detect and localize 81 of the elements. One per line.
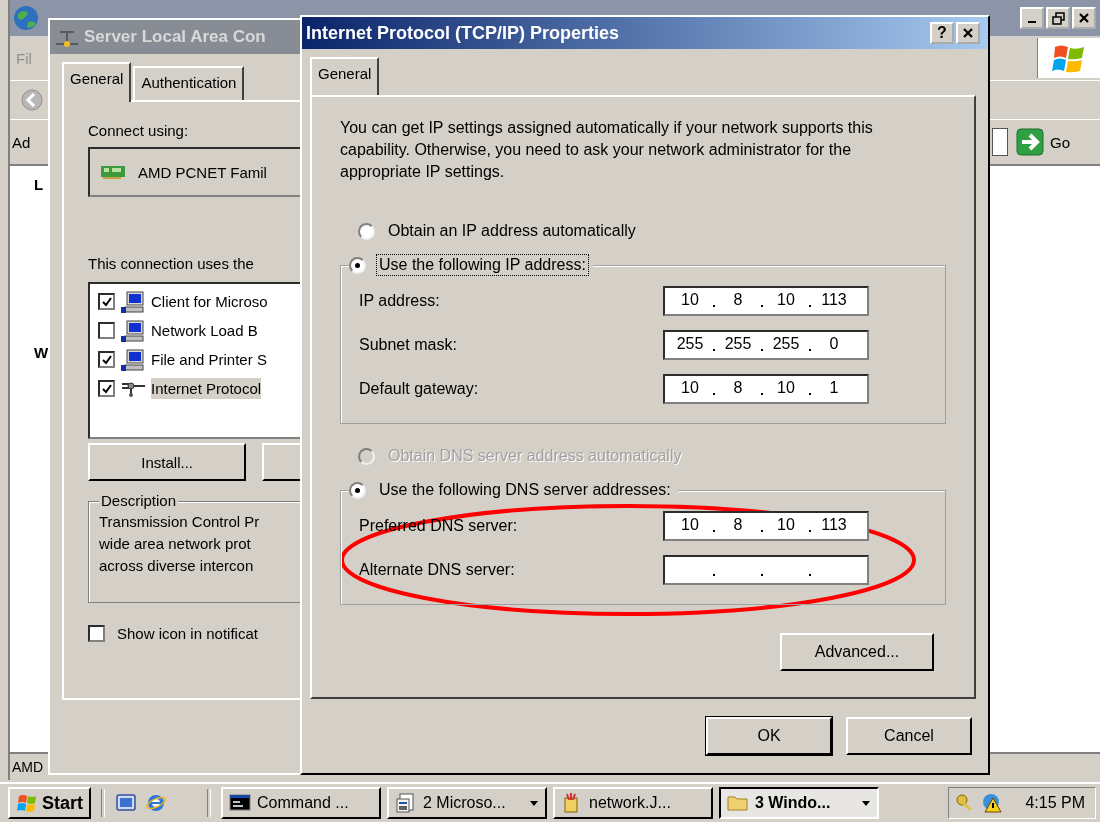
ip-address-field[interactable]: 10 8 10 113	[663, 511, 869, 541]
field-label: Connect using:	[88, 122, 190, 139]
tab[interactable]: General	[62, 62, 132, 102]
restore-icon	[1051, 11, 1065, 25]
close-button[interactable]	[956, 22, 980, 44]
minimize-button[interactable]	[1020, 7, 1044, 29]
field-label: Subnet mask:	[359, 336, 457, 354]
tab[interactable]: Authentication	[133, 66, 245, 100]
address-label: Ad	[11, 133, 31, 151]
taskbar-button[interactable]: 3 Windo...	[719, 787, 879, 819]
network-card-icon	[100, 164, 126, 180]
radio-label[interactable]: Use the following DNS server addresses:	[376, 479, 674, 501]
window-title: Internet Protocol (TCP/IP) Properties	[306, 22, 620, 44]
taskbar-button[interactable]: network.J...	[553, 787, 713, 819]
list-heading: L	[34, 176, 44, 193]
install-button[interactable]: Install...	[88, 443, 247, 481]
console-icon	[229, 792, 251, 814]
checkbox[interactable]	[98, 293, 115, 310]
checkbox[interactable]	[98, 351, 115, 368]
radio-label[interactable]: Use the following IP address:	[376, 254, 589, 276]
quick-launch-button[interactable]	[145, 792, 167, 814]
field-label: IP address:	[359, 292, 440, 310]
adapter-name: AMD PCNET Famil	[138, 163, 267, 181]
ip-address-field[interactable]: 10 8 10 1	[663, 374, 869, 404]
field-label: Default gateway:	[359, 380, 479, 398]
check-icon	[100, 295, 113, 308]
computer-icon	[121, 319, 145, 342]
desktop-icon	[115, 792, 137, 814]
description-text: Transmission Control Pr wide area network prot across diverse intercon	[99, 512, 261, 576]
taskbar-button[interactable]: 2 Microso...	[387, 787, 547, 819]
browser-icon	[145, 792, 167, 814]
quick-launch-button[interactable]	[115, 792, 137, 814]
windows-flag-icon	[16, 792, 38, 814]
restore-button[interactable]	[1046, 7, 1070, 29]
list-item[interactable]: Client for Microso	[151, 291, 268, 312]
list-item[interactable]: Internet Protocol	[151, 378, 262, 399]
ip-address-field[interactable]	[663, 555, 869, 585]
start-button[interactable]: Start	[8, 787, 91, 819]
back-button[interactable]	[20, 88, 44, 112]
documents-icon	[395, 792, 417, 814]
list-item[interactable]: Network Load B	[151, 320, 258, 341]
ok-button[interactable]: OK	[706, 717, 832, 755]
close-button[interactable]	[1072, 7, 1096, 29]
group-label: Description	[99, 492, 179, 509]
radio-label[interactable]: Obtain an IP address automatically	[385, 220, 639, 242]
caret-icon	[861, 799, 871, 807]
field-label: This connection uses the	[88, 255, 255, 272]
radio-button[interactable]	[349, 481, 366, 499]
ip-address-field[interactable]: 10 8 10 113	[663, 286, 869, 316]
cancel-button[interactable]: Cancel	[846, 717, 972, 755]
checkbox[interactable]	[98, 322, 115, 339]
list-item[interactable]: File and Printer S	[151, 349, 267, 370]
go-button[interactable]: Go	[1016, 128, 1100, 156]
ip-address-field[interactable]: 255 255 255 0	[663, 330, 869, 360]
tab[interactable]: General	[310, 57, 380, 97]
window-title: Server Local Area Con	[84, 27, 266, 47]
check-icon	[100, 382, 113, 395]
caret-icon	[529, 799, 539, 807]
checkbox[interactable]	[88, 625, 105, 642]
taskbar-button[interactable]: Command ...	[221, 787, 381, 819]
close-icon	[1077, 11, 1091, 25]
radio-button[interactable]	[358, 222, 375, 240]
button[interactable]	[262, 443, 300, 481]
globe-icon	[12, 4, 40, 32]
computer-icon	[121, 348, 145, 371]
check-icon	[100, 353, 113, 366]
minimize-icon	[1028, 21, 1036, 23]
advanced-button[interactable]: Advanced...	[780, 633, 934, 671]
computer-icon	[121, 290, 145, 313]
clock: 4:15 PM	[1025, 794, 1085, 812]
checkbox-label[interactable]: Show icon in notificat	[117, 625, 258, 642]
field-label: Alternate DNS server:	[359, 561, 515, 579]
list-heading: W	[34, 344, 49, 361]
close-icon	[961, 26, 975, 40]
status-text: AMD	[11, 759, 44, 775]
warning-icon[interactable]	[981, 792, 1004, 814]
checkbox[interactable]	[98, 380, 115, 397]
intro-text: You can get IP settings assigned automatically if your network supports this capability. Otherwise, you need to ask your network administrator for the appropriate IP settings.	[340, 118, 874, 182]
help-button[interactable]: ?	[930, 22, 954, 44]
address-field[interactable]	[992, 128, 1008, 156]
radio-button[interactable]	[349, 256, 366, 274]
